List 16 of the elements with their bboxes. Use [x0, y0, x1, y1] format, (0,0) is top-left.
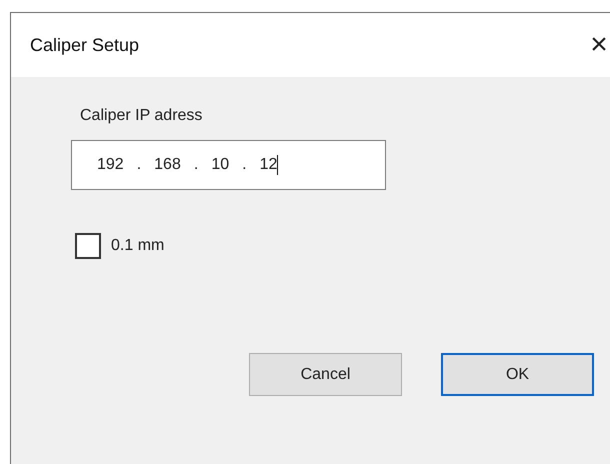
field-label: Caliper IP adress [80, 106, 204, 126]
octet-separator: . [136, 155, 142, 175]
checkbox[interactable] [75, 233, 101, 259]
text-cursor [277, 155, 278, 175]
octet-separator: . [194, 155, 198, 175]
window-title: Caliper Setup [30, 34, 140, 57]
ip-octet: 168 [154, 155, 181, 175]
octet-separator: . [242, 155, 247, 175]
checkbox-label: 0.1 mm [111, 236, 164, 256]
dialog-button[interactable]: Cancel [249, 353, 402, 396]
dialog-button[interactable]: OK [441, 353, 594, 396]
ip-octet: 12 [260, 155, 278, 175]
close-button[interactable]: × [584, 30, 610, 60]
ip-octet: 10 [211, 155, 230, 175]
ip-address-field[interactable]: 192 . 168 . 10 . 12 [71, 140, 386, 190]
ip-octet: 192 [97, 155, 124, 175]
